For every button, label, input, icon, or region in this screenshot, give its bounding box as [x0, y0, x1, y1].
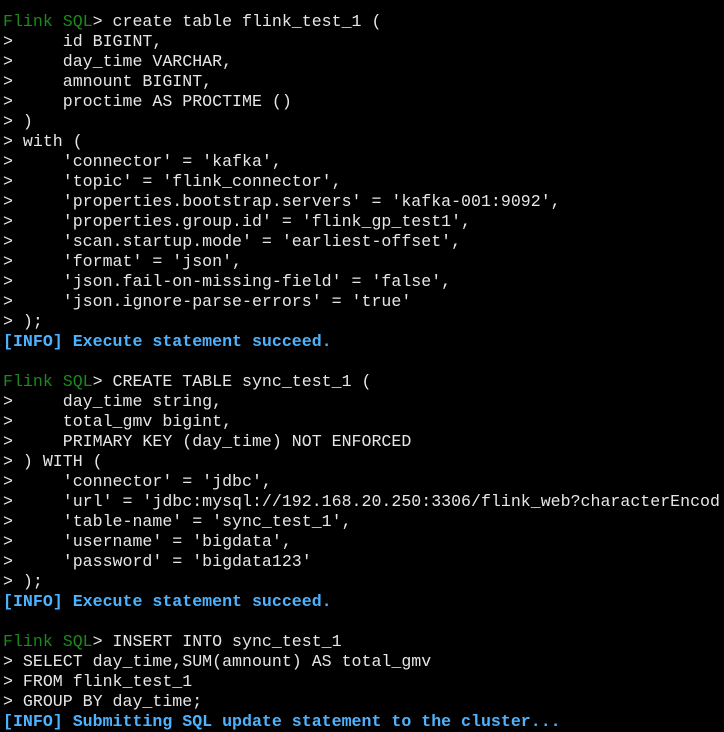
terminal-line: > 'json.fail-on-missing-field' = 'false'… — [3, 272, 724, 292]
line-text: > 'connector' = 'kafka', — [3, 152, 282, 171]
line-text: > 'url' = 'jdbc:mysql://192.168.20.250:3… — [3, 492, 720, 511]
terminal-line: > day_time VARCHAR, — [3, 52, 724, 72]
line-text: > 'properties.bootstrap.servers' = 'kafk… — [3, 192, 561, 211]
line-text: > CREATE TABLE sync_test_1 ( — [92, 372, 372, 391]
terminal-line: > PRIMARY KEY (day_time) NOT ENFORCED — [3, 432, 724, 452]
line-text: > amnount BIGINT, — [3, 72, 213, 91]
line-text: > ) WITH ( — [3, 452, 103, 471]
terminal-line: > ) — [3, 112, 724, 132]
line-text: > SELECT day_time,SUM(amnount) AS total_… — [3, 652, 432, 671]
terminal-line: > GROUP BY day_time; — [3, 692, 724, 712]
line-text: [INFO] Execute statement succeed. — [3, 332, 332, 351]
line-text: > day_time VARCHAR, — [3, 52, 233, 71]
terminal-line: > proctime AS PROCTIME () — [3, 92, 724, 112]
prompt-line: Flink SQL> CREATE TABLE sync_test_1 ( — [3, 372, 724, 392]
terminal-line: > ); — [3, 572, 724, 592]
line-text: > 'properties.group.id' = 'flink_gp_test… — [3, 212, 472, 231]
line-text: > PRIMARY KEY (day_time) NOT ENFORCED — [3, 432, 412, 451]
line-text: > ); — [3, 312, 43, 331]
line-text: > day_time string, — [3, 392, 223, 411]
prompt-line: Flink SQL> INSERT INTO sync_test_1 — [3, 632, 724, 652]
line-text: [INFO] Execute statement succeed. — [3, 592, 332, 611]
prompt-label: Flink SQL — [3, 372, 93, 391]
line-text: > with ( — [3, 132, 83, 151]
prompt-line: Flink SQL> create table flink_test_1 ( — [3, 12, 724, 32]
line-text: > FROM flink_test_1 — [3, 672, 193, 691]
terminal-line: > 'password' = 'bigdata123' — [3, 552, 724, 572]
line-text: > 'format' = 'json', — [3, 252, 242, 271]
terminal-line: > 'topic' = 'flink_connector', — [3, 172, 724, 192]
line-text: > GROUP BY day_time; — [3, 692, 203, 711]
terminal-output[interactable]: Flink SQL> create table flink_test_1 (> … — [3, 12, 724, 732]
info-message: [INFO] Execute statement succeed. — [3, 332, 724, 352]
prompt-label: Flink SQL — [3, 12, 93, 31]
terminal-line: > 'connector' = 'jdbc', — [3, 472, 724, 492]
line-text: [INFO] Submitting SQL update statement t… — [3, 712, 561, 731]
line-text: > 'topic' = 'flink_connector', — [3, 172, 342, 191]
terminal-line: > 'url' = 'jdbc:mysql://192.168.20.250:3… — [3, 492, 724, 512]
terminal-line: > FROM flink_test_1 — [3, 672, 724, 692]
info-message: [INFO] Submitting SQL update statement t… — [3, 712, 724, 732]
line-text: > total_gmv bigint, — [3, 412, 233, 431]
line-text: > 'connector' = 'jdbc', — [3, 472, 272, 491]
line-text: > ); — [3, 572, 43, 591]
terminal-line: > SELECT day_time,SUM(amnount) AS total_… — [3, 652, 724, 672]
terminal-line: > total_gmv bigint, — [3, 412, 724, 432]
line-text: > proctime AS PROCTIME () — [3, 92, 292, 111]
terminal-line: > 'scan.startup.mode' = 'earliest-offset… — [3, 232, 724, 252]
terminal-line: > ) WITH ( — [3, 452, 724, 472]
line-text: > create table flink_test_1 ( — [92, 12, 382, 31]
terminal-line: > 'properties.bootstrap.servers' = 'kafk… — [3, 192, 724, 212]
terminal-line: > ); — [3, 312, 724, 332]
terminal-line: > with ( — [3, 132, 724, 152]
line-text: > ) — [3, 112, 33, 131]
line-text: > 'password' = 'bigdata123' — [3, 552, 312, 571]
line-text: > 'json.ignore-parse-errors' = 'true' — [3, 292, 412, 311]
terminal-line: > 'format' = 'json', — [3, 252, 724, 272]
terminal-line: > amnount BIGINT, — [3, 72, 724, 92]
line-text: > INSERT INTO sync_test_1 — [92, 632, 342, 651]
prompt-label: Flink SQL — [3, 632, 93, 651]
info-message: [INFO] Execute statement succeed. — [3, 592, 724, 612]
terminal-line: > 'json.ignore-parse-errors' = 'true' — [3, 292, 724, 312]
line-text: > 'table-name' = 'sync_test_1', — [3, 512, 352, 531]
terminal-line: > 'connector' = 'kafka', — [3, 152, 724, 172]
line-text: > id BIGINT, — [3, 32, 163, 51]
terminal-line: > 'table-name' = 'sync_test_1', — [3, 512, 724, 532]
terminal-line: > day_time string, — [3, 392, 724, 412]
terminal-line: > 'properties.group.id' = 'flink_gp_test… — [3, 212, 724, 232]
line-text: > 'json.fail-on-missing-field' = 'false'… — [3, 272, 452, 291]
line-text: > 'username' = 'bigdata', — [3, 532, 292, 551]
terminal-line: > id BIGINT, — [3, 32, 724, 52]
line-text: > 'scan.startup.mode' = 'earliest-offset… — [3, 232, 462, 251]
terminal-line: > 'username' = 'bigdata', — [3, 532, 724, 552]
